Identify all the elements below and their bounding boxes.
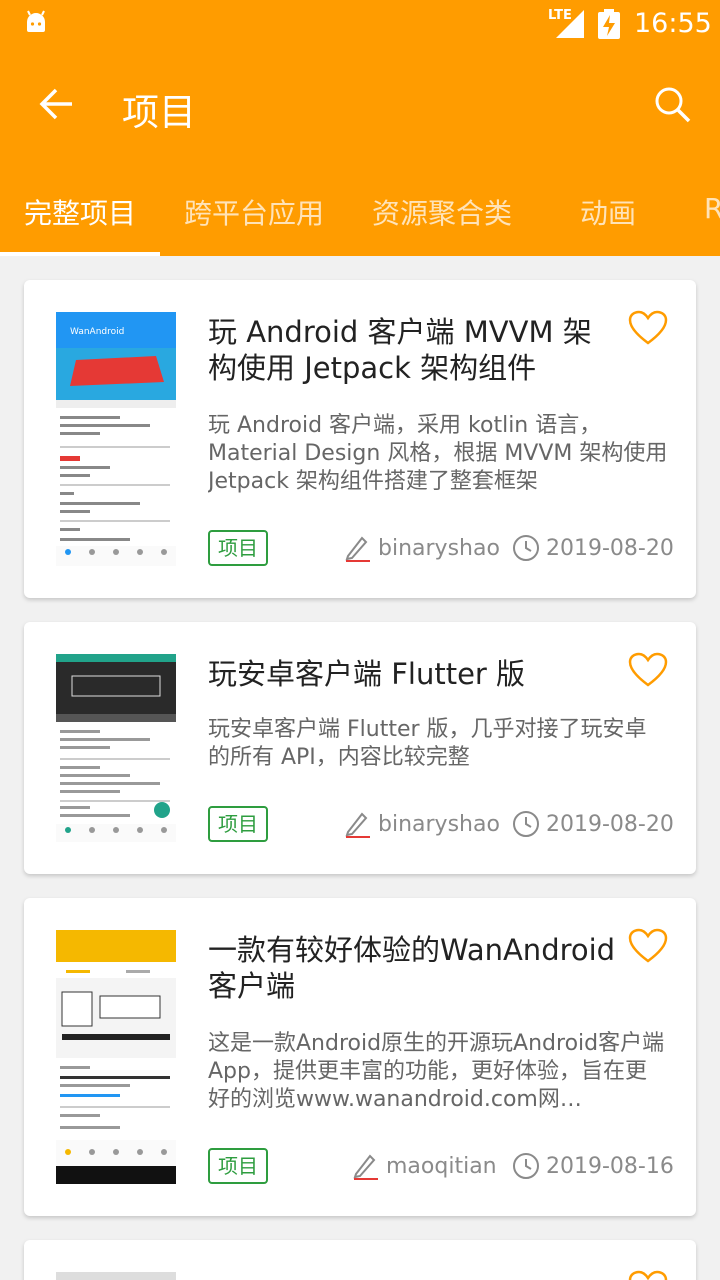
tab-bar: 完整项目 跨平台应用 资源聚合类 动画 R	[0, 184, 720, 256]
arrow-back-icon	[39, 88, 72, 120]
search-icon	[655, 87, 691, 123]
project-thumbnail: WanAndroid	[56, 312, 176, 566]
signal-icon	[556, 10, 584, 38]
favorite-heart-icon[interactable]	[628, 310, 668, 346]
author-name: binaryshao	[378, 812, 500, 837]
app-screenshot-image	[56, 654, 176, 842]
project-thumbnail	[56, 930, 176, 1184]
publish-date: 2019-08-20	[546, 812, 674, 837]
author-name: maoqitian	[386, 1154, 497, 1179]
battery-charging-icon	[598, 9, 620, 39]
tab-indicator	[0, 252, 160, 256]
favorite-heart-icon[interactable]	[628, 1270, 668, 1280]
status-bar: LTE 16:55	[0, 0, 720, 48]
category-tag: 项目	[208, 806, 268, 842]
project-description: 玩 Android 客户端，采用 kotlin 语言，Material Desi…	[208, 413, 668, 494]
project-card[interactable]	[24, 1240, 696, 1280]
project-thumbnail	[56, 1272, 176, 1280]
project-title: 玩 Android 客户端 MVVM 架构使用 Jetpack 架构组件	[208, 315, 592, 385]
project-description: 玩安卓客户端 Flutter 版，几乎对接了玩安卓的所有 API，内容比较完整	[208, 717, 647, 770]
author-name: binaryshao	[378, 536, 500, 561]
project-card[interactable]: 一款有较好体验的WanAndroid客户端 这是一款Android原生的开源玩A…	[24, 898, 696, 1216]
project-card[interactable]: 玩安卓客户端 Flutter 版 玩安卓客户端 Flutter 版，几乎对接了玩…	[24, 622, 696, 874]
search-button[interactable]	[648, 80, 696, 128]
app-screenshot-image	[56, 930, 176, 1184]
category-tag: 项目	[208, 530, 268, 566]
pen-icon	[345, 812, 370, 838]
tab-next[interactable]: R	[704, 192, 720, 225]
clock-icon	[513, 535, 539, 561]
pen-icon	[353, 1154, 378, 1180]
favorite-heart-icon[interactable]	[628, 652, 668, 688]
clock-time: 16:55	[634, 8, 712, 39]
project-thumbnail	[56, 654, 176, 842]
tab-cross-platform[interactable]: 跨平台应用	[184, 192, 324, 232]
tab-animation[interactable]: 动画	[580, 192, 636, 232]
page-title: 项目	[122, 91, 196, 134]
app-bar: 项目 完整项目 跨平台应用 资源聚合类 动画 R	[0, 48, 720, 256]
project-title: 玩安卓客户端 Flutter 版	[208, 657, 526, 691]
tab-resource-aggregation[interactable]: 资源聚合类	[372, 192, 512, 232]
clock-icon	[513, 811, 539, 837]
publish-date: 2019-08-16	[546, 1154, 674, 1179]
clock-icon	[513, 1153, 539, 1179]
favorite-heart-icon[interactable]	[628, 928, 668, 964]
tab-complete-projects[interactable]: 完整项目	[24, 192, 136, 232]
svg-text:WanAndroid: WanAndroid	[70, 327, 124, 337]
app-screenshot-image: WanAndroid	[56, 312, 176, 566]
category-tag: 项目	[208, 1148, 268, 1184]
pen-icon	[345, 536, 370, 562]
project-card[interactable]: WanAndroid 玩 Android 客户端 MVVM 架构使用 Jetpa…	[24, 280, 696, 598]
android-icon	[27, 10, 45, 32]
publish-date: 2019-08-20	[546, 536, 674, 561]
project-title: 一款有较好体验的WanAndroid客户端	[208, 933, 616, 1003]
project-description: 这是一款Android原生的开源玩Android客户端App，提供更丰富的功能，…	[208, 1031, 665, 1112]
back-button[interactable]	[30, 78, 82, 130]
